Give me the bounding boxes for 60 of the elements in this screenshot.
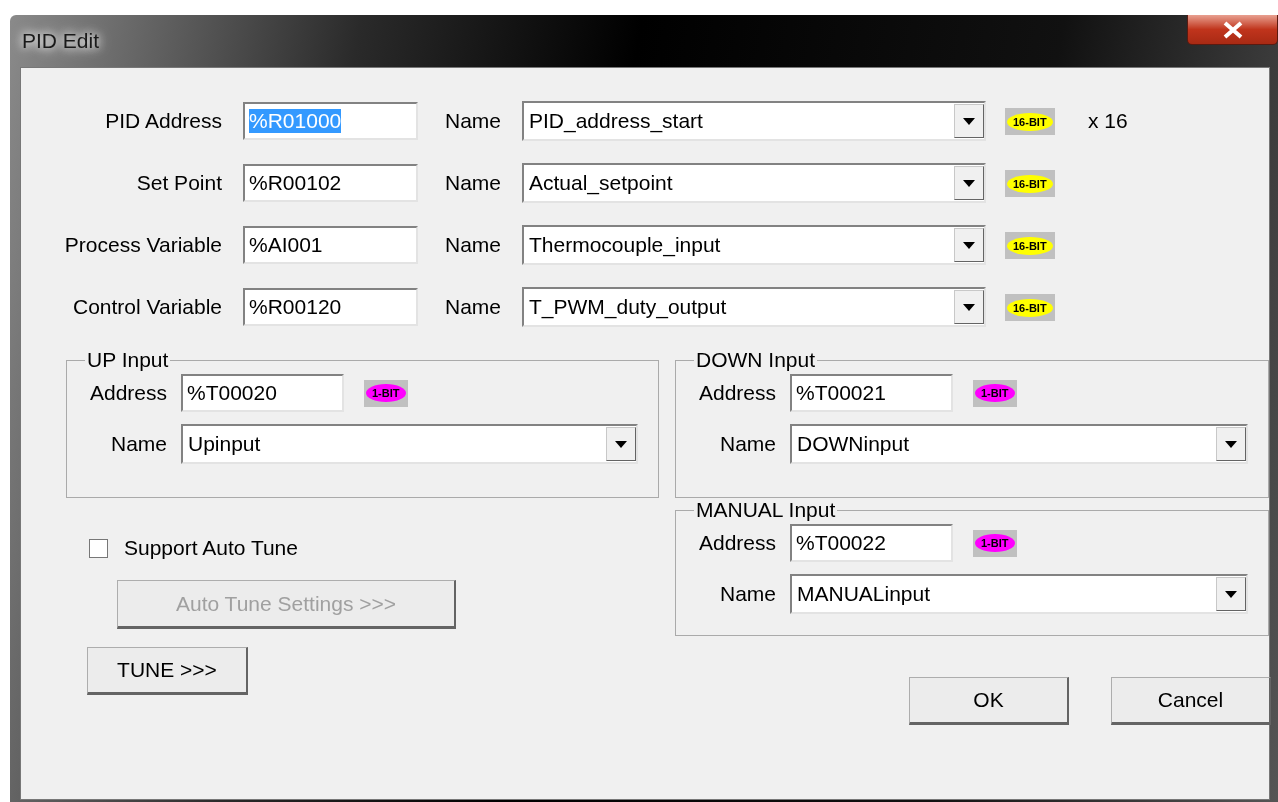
name-dropdown[interactable]: PID_address_start xyxy=(522,101,986,141)
field-label: PID Address xyxy=(105,109,223,133)
address-field[interactable]: %R00120 xyxy=(243,288,418,326)
field-label: Name xyxy=(444,171,503,195)
field-label: Address xyxy=(698,381,776,405)
field-label: Name xyxy=(444,295,503,319)
caret-icon xyxy=(615,440,627,448)
name-dropdown[interactable]: Thermocouple_input xyxy=(522,225,986,265)
field-label: Set Point xyxy=(136,171,223,195)
address-field[interactable]: %T00020 xyxy=(181,374,344,412)
bit-badge: 1-BIT xyxy=(973,379,1017,407)
name-dropdown[interactable]: Actual_setpoint xyxy=(522,163,986,203)
name-dropdown[interactable]: MANUALinput xyxy=(790,574,1248,614)
dropdown-button[interactable] xyxy=(954,166,984,200)
ok-button[interactable]: OK xyxy=(909,677,1069,725)
field-label: Address xyxy=(89,381,167,405)
close-icon xyxy=(1221,20,1244,39)
field-label: Name xyxy=(444,109,503,133)
dropdown-button[interactable] xyxy=(1216,427,1246,461)
dropdown-button[interactable] xyxy=(954,228,984,262)
bit-badge: 16-BIT xyxy=(1005,170,1055,198)
name-dropdown[interactable]: DOWNinput xyxy=(790,424,1248,464)
field-label: Name xyxy=(719,432,776,456)
dropdown-button[interactable] xyxy=(954,290,984,324)
name-dropdown[interactable]: T_PWM_duty_output xyxy=(522,287,986,327)
checkbox[interactable] xyxy=(89,538,108,558)
field-label: Name xyxy=(110,432,167,456)
checkbox-label: Support Auto Tune xyxy=(124,536,298,560)
name-dropdown[interactable]: Upinput xyxy=(181,424,638,464)
caret-icon xyxy=(1225,440,1237,448)
address-field[interactable]: %R00102 xyxy=(243,164,418,202)
bit-badge: 1-BIT xyxy=(973,529,1017,557)
dropdown-button[interactable] xyxy=(606,427,636,461)
field-label: Process Variable xyxy=(64,233,223,257)
tune-button[interactable]: TUNE >>> xyxy=(87,647,248,695)
multiplier-label: x 16 xyxy=(1088,109,1129,133)
address-field[interactable]: %T00022 xyxy=(790,524,953,562)
cancel-button[interactable]: Cancel xyxy=(1111,677,1271,725)
address-field[interactable]: %T00021 xyxy=(790,374,953,412)
caret-icon xyxy=(963,179,975,187)
group-title: MANUAL Input xyxy=(695,498,837,522)
close-button[interactable] xyxy=(1187,15,1278,45)
field-label: Name xyxy=(444,233,503,257)
caret-icon xyxy=(963,117,975,125)
caret-icon xyxy=(1225,590,1237,598)
field-label: Address xyxy=(698,531,776,555)
bit-badge: 16-BIT xyxy=(1005,294,1055,322)
group-title: UP Input xyxy=(86,348,170,372)
caret-icon xyxy=(963,303,975,311)
field-label: Control Variable xyxy=(72,295,223,319)
bit-badge: 1-BIT xyxy=(364,379,408,407)
group-title: DOWN Input xyxy=(695,348,817,372)
dropdown-button[interactable] xyxy=(954,104,984,138)
field-label: Name xyxy=(719,582,776,606)
window-title: PID Edit xyxy=(22,29,100,53)
caret-icon xyxy=(963,241,975,249)
bit-badge: 16-BIT xyxy=(1005,232,1055,260)
bit-badge: 16-BIT xyxy=(1005,108,1055,136)
dropdown-button[interactable] xyxy=(1216,577,1246,611)
address-field[interactable]: %AI001 xyxy=(243,226,418,264)
